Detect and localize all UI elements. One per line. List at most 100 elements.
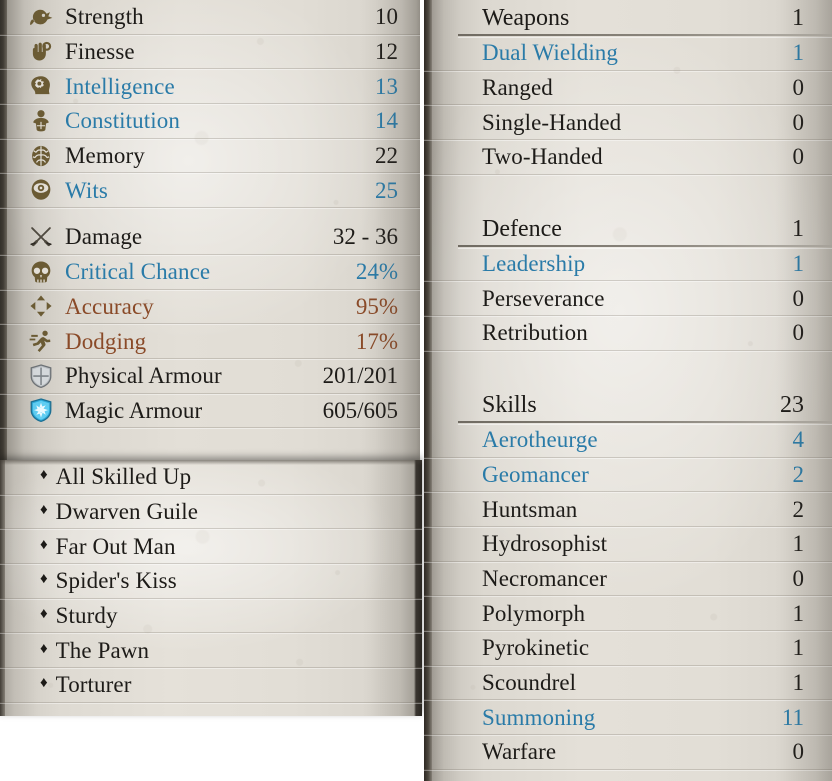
ability-label: Warfare — [482, 739, 557, 765]
ability-group-header: Skills 23 — [424, 387, 832, 425]
stat-row[interactable]: Accuracy 95% — [0, 290, 420, 326]
ability-label: Perseverance — [482, 285, 605, 311]
ability-group-title: Skills — [482, 391, 537, 418]
talent-label: Sturdy — [55, 603, 118, 629]
diamond-bullet-icon: ♦ — [40, 536, 48, 553]
diamond-bullet-icon: ♦ — [40, 467, 48, 484]
stat-row[interactable]: Wits 25 — [0, 173, 420, 210]
ability-label: Dual Wielding — [482, 40, 619, 66]
ability-value: 1 — [792, 531, 805, 557]
ability-row[interactable]: Single-Handed 0 — [424, 105, 832, 142]
ability-group: Skills 23 Aerotheurge 4 Geomancer 2 Huntsman 2 H… — [424, 387, 832, 771]
physical-armour-icon — [26, 363, 56, 389]
talent-row[interactable]: ♦ Far Out Man — [0, 529, 422, 566]
ability-value: 1 — [792, 669, 805, 695]
ability-label: Leadership — [482, 251, 586, 277]
ability-group-title: Defence — [482, 215, 562, 242]
ability-row[interactable]: Geomancer 2 — [424, 458, 832, 494]
ability-group-total: 1 — [792, 215, 804, 242]
talent-row[interactable]: ♦ Spider's Kiss — [0, 564, 422, 600]
ability-label: Aerotheurge — [482, 427, 598, 453]
row-divider — [0, 208, 420, 210]
talent-row[interactable]: ♦ Sturdy — [0, 599, 422, 635]
ability-label: Summoning — [482, 704, 596, 730]
ability-group: Defence 1 Leadership 1 Perseverance 0 Retribut… — [424, 211, 832, 352]
stat-row[interactable]: Magic Armour 605/605 — [0, 394, 420, 430]
ability-row[interactable]: Warfare 0 — [424, 735, 832, 771]
ability-row[interactable]: Ranged 0 — [424, 71, 832, 107]
ability-row[interactable]: Necromancer 0 — [424, 562, 832, 598]
ability-group-header: Defence 1 — [424, 211, 832, 249]
ability-row[interactable]: Aerotheurge 4 — [424, 423, 832, 459]
talents-panel: ♦ All Skilled Up ♦ Dwarven Guile ♦ Far Out Ma… — [0, 460, 422, 716]
stat-label: Damage — [65, 224, 143, 250]
stat-label: Strength — [65, 4, 144, 30]
stat-label: Wits — [65, 177, 108, 203]
talent-row[interactable]: ♦ The Pawn — [0, 633, 422, 670]
ability-row[interactable]: Scoundrel 1 — [424, 666, 832, 702]
row-divider — [0, 428, 420, 430]
stat-row[interactable]: Damage 32 - 36 — [0, 220, 420, 256]
row-divider — [0, 702, 422, 704]
ability-row[interactable]: Two-Handed 0 — [424, 140, 832, 176]
character-sheet: Strength 10 Finesse 12 Intelligence 13 Constit… — [0, 0, 832, 781]
ability-row[interactable]: Huntsman 2 — [424, 492, 832, 528]
talent-label: Far Out Man — [55, 533, 176, 559]
ability-row[interactable]: Hydrosophist 1 — [424, 527, 832, 563]
ability-row[interactable]: Polymorph 1 — [424, 596, 832, 632]
stat-label: Physical Armour — [65, 363, 222, 389]
stat-value: 17% — [355, 328, 398, 354]
ability-label: Retribution — [482, 320, 588, 346]
ability-row[interactable]: Perseverance 0 — [424, 281, 832, 318]
stat-row[interactable]: Memory 22 — [0, 139, 420, 175]
stat-row[interactable]: Constitution 14 — [0, 104, 420, 140]
stat-row[interactable]: Critical Chance 24% — [0, 255, 420, 291]
ability-row[interactable]: Summoning 11 — [424, 700, 832, 736]
stat-label: Finesse — [65, 39, 135, 65]
ability-row[interactable]: Pyrokinetic 1 — [424, 631, 832, 667]
talent-label: The Pawn — [55, 637, 150, 663]
ability-value: 4 — [792, 427, 805, 453]
stat-label: Memory — [65, 143, 145, 169]
stat-value: 24% — [355, 259, 398, 285]
ability-value: 11 — [781, 704, 804, 730]
ability-row[interactable]: Dual Wielding 1 — [424, 36, 832, 72]
stats-panel: Strength 10 Finesse 12 Intelligence 13 Constit… — [0, 0, 420, 460]
stat-value: 12 — [375, 39, 398, 65]
ability-value: 1 — [792, 251, 805, 277]
ability-value: 0 — [792, 109, 805, 135]
ability-label: Two-Handed — [482, 144, 603, 170]
ability-value: 1 — [792, 635, 805, 661]
talent-row[interactable]: ♦ Torturer — [0, 668, 422, 704]
abilities-group-list: Weapons 1 Dual Wielding 1 Ranged 0 Single-Hand… — [424, 0, 832, 781]
stat-value: 95% — [355, 293, 398, 319]
ability-label: Huntsman — [482, 496, 578, 522]
ability-value: 0 — [792, 739, 805, 765]
diamond-bullet-icon: ♦ — [40, 571, 48, 588]
row-divider — [424, 174, 832, 176]
memory-icon — [26, 143, 56, 169]
ability-value: 1 — [792, 40, 805, 66]
ability-row[interactable]: Leadership 1 — [424, 247, 832, 283]
stat-row[interactable]: Dodging 17% — [0, 324, 420, 360]
magic-armour-icon — [26, 397, 56, 423]
ability-row[interactable]: Retribution 0 — [424, 316, 832, 352]
stat-row[interactable]: Intelligence 13 — [0, 69, 420, 106]
ability-group: Weapons 1 Dual Wielding 1 Ranged 0 Single-Hand… — [424, 0, 832, 176]
stat-label: Dodging — [65, 328, 147, 354]
stat-row[interactable]: Physical Armour 201/201 — [0, 359, 420, 395]
stat-row[interactable]: Strength 10 — [0, 0, 420, 36]
ability-value: 0 — [792, 320, 805, 346]
ability-group-title: Weapons — [482, 5, 570, 31]
talent-row[interactable]: ♦ All Skilled Up — [0, 460, 422, 496]
stat-value: 32 - 36 — [332, 224, 398, 250]
talent-row[interactable]: ♦ Dwarven Guile — [0, 495, 422, 531]
stats-row-list: Strength 10 Finesse 12 Intelligence 13 Constit… — [0, 0, 420, 460]
damage-icon — [26, 224, 56, 250]
ability-label: Necromancer — [482, 565, 607, 591]
stat-row[interactable]: Finesse 12 — [0, 35, 420, 71]
stat-value: 201/201 — [322, 363, 398, 389]
ability-label: Polymorph — [482, 600, 586, 626]
